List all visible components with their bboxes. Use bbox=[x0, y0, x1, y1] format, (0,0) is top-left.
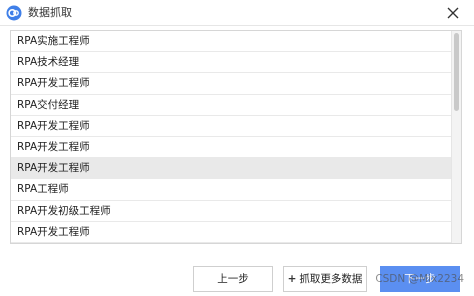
close-icon[interactable] bbox=[444, 4, 462, 22]
previous-step-button[interactable]: 上一步 bbox=[193, 266, 273, 292]
list-item[interactable]: RPA开发初级工程师 bbox=[11, 201, 451, 222]
list-item[interactable]: RPA技术经理 bbox=[11, 52, 451, 74]
title-bar: 数据抓取 bbox=[0, 0, 474, 26]
list-item[interactable]: RPA工程师 bbox=[11, 179, 451, 201]
fetch-more-data-button[interactable]: + 抓取更多数据 bbox=[283, 266, 367, 292]
next-step-button[interactable]: 下一步 bbox=[380, 266, 460, 292]
plus-icon: + bbox=[287, 273, 297, 285]
list-item[interactable]: RPA开发工程师 bbox=[11, 158, 451, 180]
list-item[interactable]: RPA实施工程师 bbox=[11, 31, 451, 53]
list-item[interactable]: RPA交付经理 bbox=[11, 95, 451, 116]
app-logo-icon bbox=[6, 5, 22, 21]
list-item[interactable]: RPA开发工程师 bbox=[11, 137, 451, 159]
list-item[interactable]: RPA开发工程师 bbox=[11, 116, 451, 137]
dialog-title: 数据抓取 bbox=[28, 6, 72, 19]
list-item[interactable]: RPA开发工程师 bbox=[11, 222, 451, 243]
scrollbar-thumb[interactable] bbox=[454, 33, 459, 111]
vertical-scrollbar[interactable] bbox=[451, 31, 461, 243]
data-scrape-dialog: 数据抓取 RPA实施工程师 RPA技术经理 RPA开发工程师 RPA交付经理 RPA开发… bbox=[0, 0, 474, 296]
fetch-more-data-label: 抓取更多数据 bbox=[299, 273, 363, 285]
list-body: RPA实施工程师 RPA技术经理 RPA开发工程师 RPA交付经理 RPA开发工程师 RP… bbox=[11, 31, 451, 243]
previous-step-label: 上一步 bbox=[217, 273, 249, 285]
list-item[interactable]: RPA开发工程师 bbox=[11, 73, 451, 95]
scraped-data-list: RPA实施工程师 RPA技术经理 RPA开发工程师 RPA交付经理 RPA开发工程师 RP… bbox=[10, 30, 462, 244]
next-step-label: 下一步 bbox=[404, 273, 436, 285]
